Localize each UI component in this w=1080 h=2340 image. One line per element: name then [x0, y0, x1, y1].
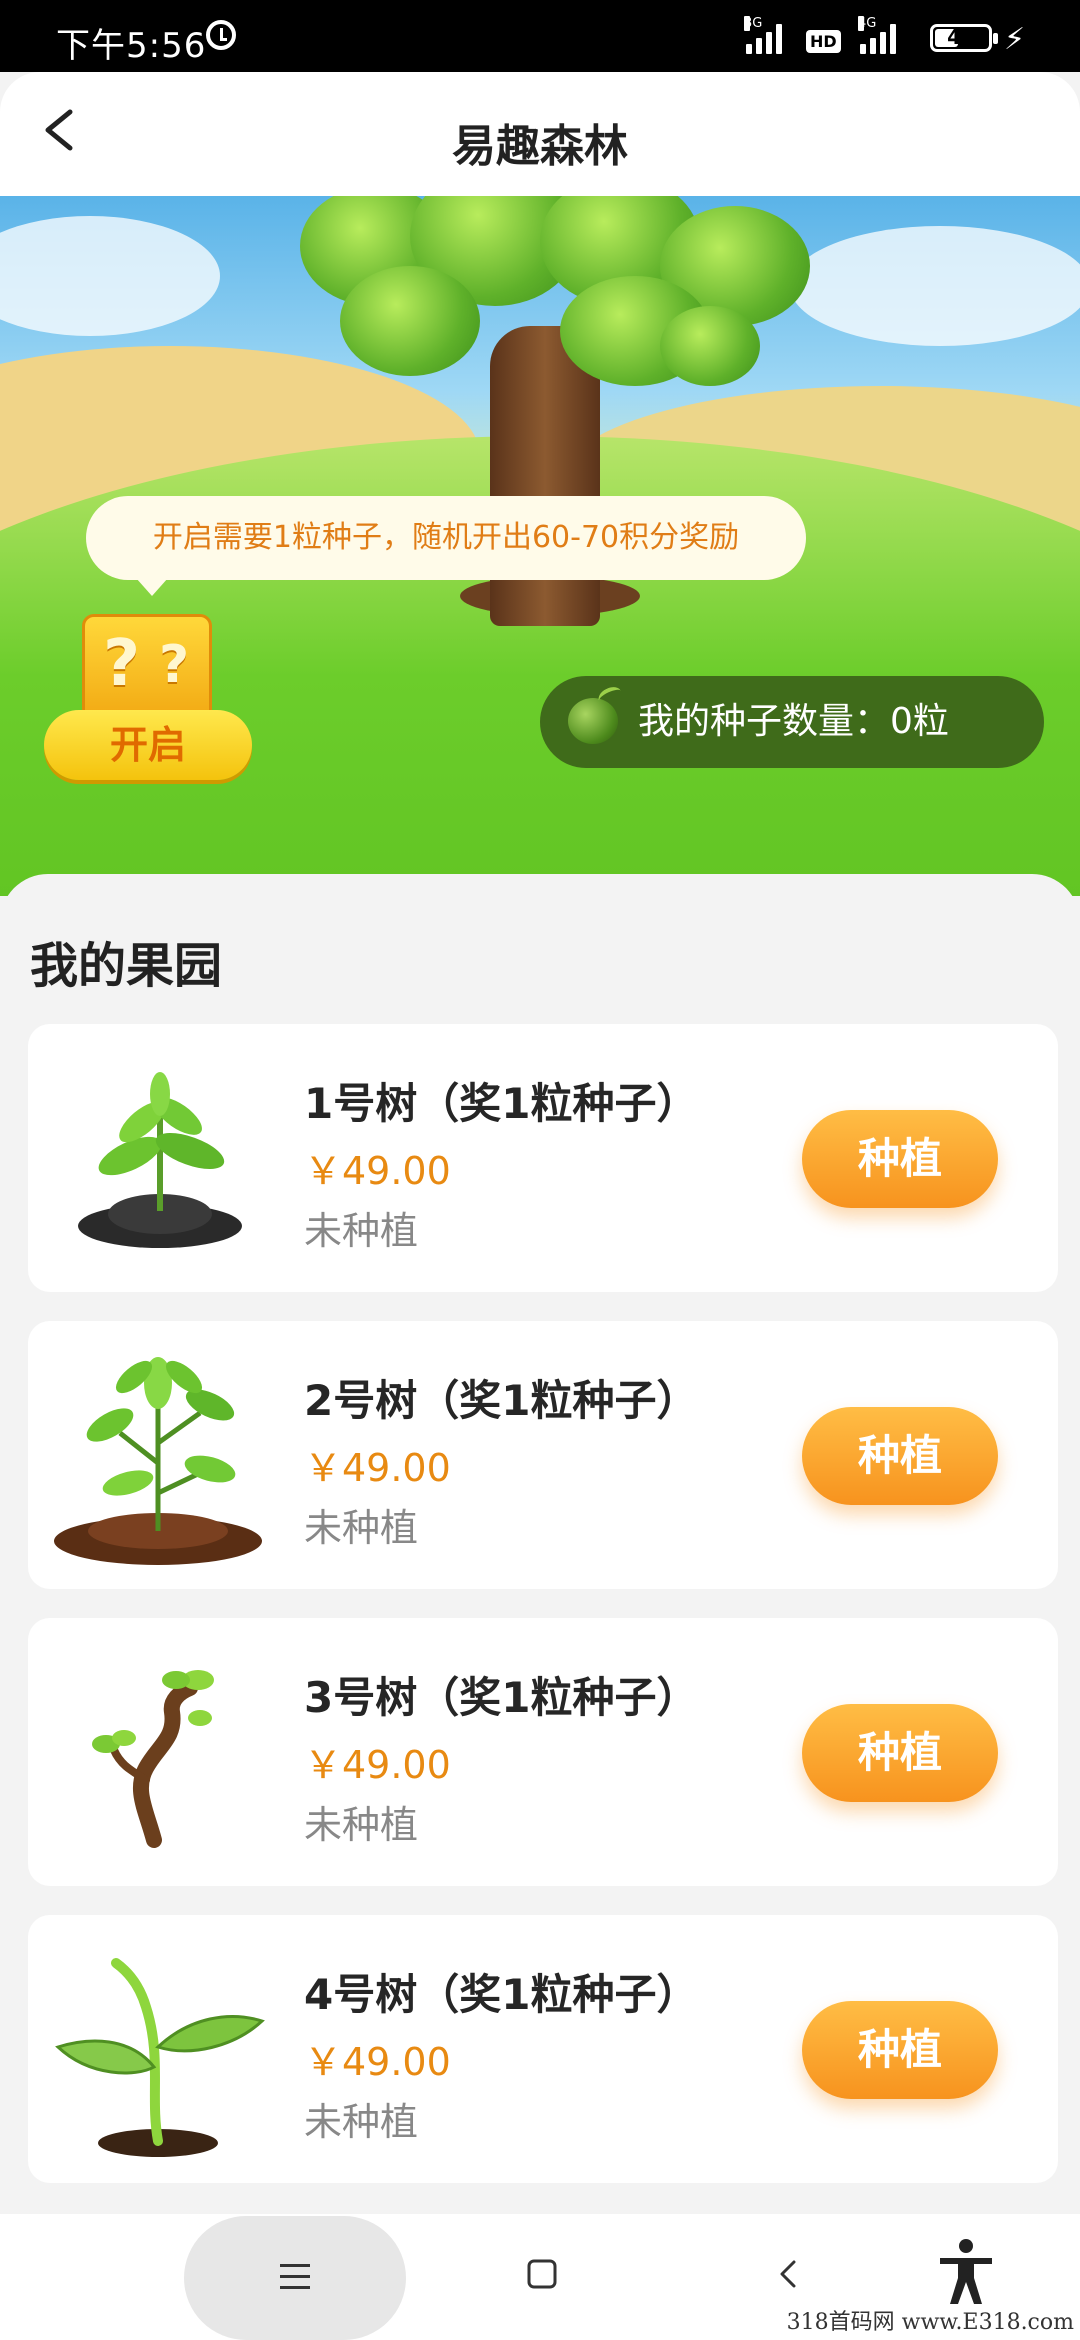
box-question-mark: ? — [103, 627, 141, 701]
leafy-sapling-icon — [54, 1357, 262, 1565]
signal1-label: 3G — [744, 16, 763, 31]
tree-price: ￥49.00 — [304, 1446, 451, 1490]
cloud — [790, 226, 1080, 346]
tree-price: ￥49.00 — [304, 2040, 451, 2084]
tree-card: 2号树（奖1粒种子） ￥49.00 未种植 种植 — [28, 1321, 1058, 1589]
tree-status: 未种植 — [304, 1803, 419, 1847]
battery-icon: 45 — [930, 24, 998, 52]
hd-badge: HD — [806, 30, 841, 53]
seed-icon — [568, 698, 618, 744]
signal-3g-icon: 3G — [744, 16, 782, 54]
tree-name: 2号树（奖1粒种子） — [304, 1376, 699, 1425]
section-title: 我的果园 — [30, 938, 223, 994]
cloud — [0, 216, 220, 336]
reward-tooltip: 开启需要1粒种子，随机开出60-70积分奖励 — [86, 496, 806, 596]
tree-card: 1号树（奖1粒种子） ￥49.00 未种植 种植 — [28, 1024, 1058, 1292]
plant-button[interactable]: 种植 — [802, 1110, 998, 1208]
plant-button[interactable]: 种植 — [802, 1704, 998, 1802]
clock: 下午5:56 — [56, 26, 207, 66]
tree-name: 1号树（奖1粒种子） — [304, 1079, 699, 1128]
tree-name: 3号树（奖1粒种子） — [304, 1673, 699, 1722]
tree-status: 未种植 — [304, 1506, 419, 1550]
orchard-section: 我的果园 1号树（奖1粒种子） ￥49.00 未种植 种植 2号树（奖1粒种子）… — [0, 874, 1080, 2214]
tree-price: ￥49.00 — [304, 1149, 451, 1193]
seed-count-text: 我的种子数量：0粒 — [638, 701, 949, 742]
mystery-box-icon[interactable]: ? ? — [82, 614, 212, 724]
tree-status: 未种植 — [304, 1209, 419, 1253]
plant-button[interactable]: 种植 — [802, 2001, 998, 2099]
tree-name: 4号树（奖1粒种子） — [304, 1970, 699, 2019]
tree-card: 4号树（奖1粒种子） ￥49.00 未种植 种植 — [28, 1915, 1058, 2183]
plant-button[interactable]: 种植 — [802, 1407, 998, 1505]
signal2-label: 4G — [858, 16, 877, 31]
sprout-with-soil-icon — [78, 1072, 242, 1248]
signal-4g-icon: 4G — [858, 16, 896, 54]
open-box-button[interactable]: 开启 — [44, 710, 252, 780]
recent-apps-button[interactable] — [184, 2216, 406, 2340]
charging-icon: ⚡ — [1004, 22, 1026, 57]
page-title: 易趣森林 — [452, 121, 628, 172]
box-question-mark: ? — [159, 635, 190, 695]
status-bar: 下午5:56 3G HD 4G 45 ⚡ — [0, 0, 1080, 72]
battery-percent: 45 — [947, 25, 975, 49]
seedling-icon — [55, 1958, 265, 2157]
home-button-icon[interactable] — [512, 2244, 572, 2304]
seed-count-badge: 我的种子数量：0粒 — [540, 676, 1044, 768]
forest-hero: 开启需要1粒种子，随机开出60-70积分奖励 ? ? 开启 我的种子数量：0粒 — [0, 196, 1080, 896]
watermark: 318首码网 www.E318.com — [786, 2310, 1074, 2335]
tree-price: ￥49.00 — [304, 1743, 451, 1787]
menu-icon — [280, 2264, 310, 2289]
tree-status: 未种植 — [304, 2100, 419, 2144]
accessibility-icon[interactable] — [936, 2238, 996, 2308]
alarm-icon — [206, 20, 236, 50]
back-nav-icon[interactable] — [758, 2244, 818, 2304]
tree-card: 3号树（奖1粒种子） ￥49.00 未种植 种植 — [28, 1618, 1058, 1886]
twisted-bonsai-sprout-icon — [92, 1670, 214, 1848]
app-header: 易趣森林 — [0, 72, 1080, 196]
system-nav-bar: 318首码网 www.E318.com — [0, 2214, 1080, 2340]
